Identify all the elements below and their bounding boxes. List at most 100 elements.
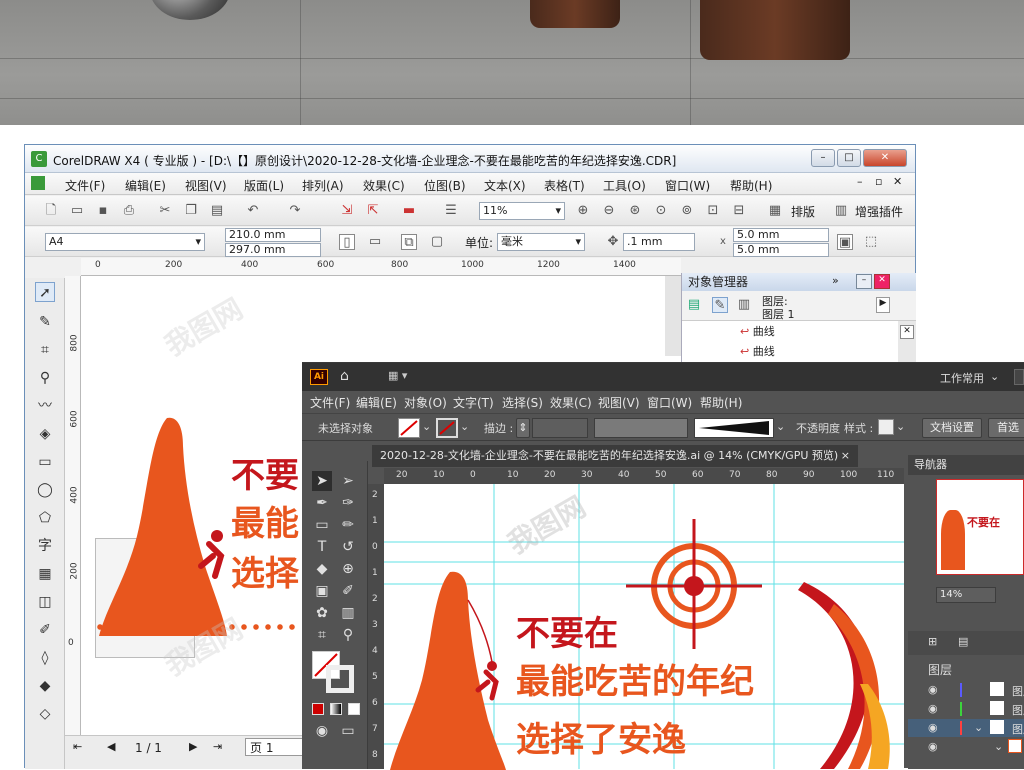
preferences-button[interactable]: 首选 (988, 418, 1024, 438)
menu-table[interactable]: 表格(T) (544, 177, 585, 194)
chevron-down-icon[interactable]: ⌄ (994, 740, 1003, 753)
layer-row[interactable]: ◉ 图层 (908, 681, 1024, 699)
menu-view[interactable]: 视图(V) (185, 177, 227, 194)
layout-icon[interactable]: ▦ (767, 203, 783, 219)
table-tool-icon[interactable]: ▦ (35, 564, 55, 584)
menu-help[interactable]: 帮助(H) (730, 177, 772, 194)
chevron-down-icon[interactable]: ⌄ (776, 420, 785, 433)
rectangle-tool-icon[interactable]: ▭ (312, 515, 332, 535)
fill-swatch[interactable] (398, 418, 420, 438)
copy-icon[interactable]: ❐ (183, 203, 199, 219)
zoom-all-icon[interactable]: ⊙ (653, 203, 669, 219)
shape-tool-icon[interactable]: ✎ (35, 312, 55, 332)
selection-tool-icon[interactable]: ➤ (312, 471, 332, 491)
paste-icon[interactable]: ▤ (209, 203, 225, 219)
polygon-tool-icon[interactable]: ⬠ (35, 508, 55, 528)
artboards-icon[interactable]: ▤ (958, 635, 968, 648)
search-field[interactable] (1014, 369, 1024, 385)
menu-tools[interactable]: 工具(O) (603, 177, 646, 194)
zoom-tool-icon[interactable]: ⚲ (35, 368, 55, 388)
close-icon[interactable]: × (841, 445, 850, 467)
menu-window[interactable]: 窗口(W) (665, 177, 710, 194)
menu-effects[interactable]: 效果(C) (363, 177, 405, 194)
pencil-tool-icon[interactable]: ✏ (338, 515, 358, 535)
layers-options-icon[interactable]: ⊞ (928, 635, 937, 648)
list-item[interactable]: ↩ 曲线 (740, 343, 775, 359)
undo-icon[interactable]: ↶ (245, 203, 261, 219)
chevron-down-icon[interactable]: ⌄ (422, 420, 431, 433)
edit-across-layers-icon[interactable]: ✎ (712, 297, 728, 313)
navigator-tab[interactable]: 导航器 (908, 455, 1024, 475)
last-page-icon[interactable]: ⇥ (213, 740, 222, 753)
close-icon[interactable]: ✕ (900, 325, 914, 339)
eye-icon[interactable]: ◉ (928, 683, 938, 696)
color-mode-icon[interactable] (312, 703, 324, 715)
stroke-stepper[interactable]: ⇕ (516, 418, 530, 438)
zoom-in-icon[interactable]: ⊕ (575, 203, 591, 219)
type-tool-icon[interactable]: T (312, 537, 332, 557)
layer-manager-icon[interactable]: ▥ (736, 297, 752, 313)
interactive-fill-icon[interactable]: ◇ (35, 704, 55, 724)
portrait-icon[interactable]: ▯ (339, 234, 355, 250)
landscape-icon[interactable]: ▭ (367, 234, 383, 250)
menu-edit[interactable]: 编辑(E) (125, 177, 166, 194)
gradient-tool-icon[interactable]: ▣ (312, 581, 332, 601)
nudge-distance-field[interactable]: .1 mm (623, 233, 695, 251)
navigator-zoom-field[interactable]: 14% (936, 587, 996, 603)
page-tab[interactable]: 页 1 (245, 738, 303, 756)
menu-bitmaps[interactable]: 位图(B) (424, 177, 466, 194)
close-button[interactable]: ✕ (863, 149, 907, 167)
plugin-icon[interactable]: ▥ (833, 203, 849, 219)
save-icon[interactable]: ▪ (95, 203, 111, 219)
app-launcher-icon[interactable]: ☰ (443, 203, 459, 219)
curvature-tool-icon[interactable]: ✑ (338, 493, 358, 513)
page-height-field[interactable]: 297.0 mm (225, 243, 321, 257)
doc-restore-button[interactable]: ▫ (875, 175, 882, 188)
chevron-down-icon[interactable]: ⌄ (896, 420, 905, 433)
text-tool-icon[interactable]: 字 (35, 536, 55, 556)
gradient-mode-icon[interactable] (330, 703, 342, 715)
panel-expand-icon[interactable]: » (832, 274, 839, 287)
zoom-level-select[interactable]: 11% ▾ (479, 202, 565, 220)
blend-tool-icon[interactable]: ◫ (35, 592, 55, 612)
workspace-switcher[interactable]: 工作常用 (940, 370, 984, 386)
stroke-swatch[interactable] (436, 418, 458, 438)
layout-button[interactable]: 排版 (791, 203, 815, 220)
layer-row[interactable]: ◉ ⌄ 图层 (908, 719, 1024, 737)
menu-object[interactable]: 对象(O) (404, 394, 447, 411)
new-icon[interactable]: 🗋 (43, 203, 59, 219)
graphic-style-swatch[interactable] (878, 419, 894, 435)
outline-tool-icon[interactable]: ◊ (35, 648, 55, 668)
zoom-tool-icon[interactable]: ⚲ (338, 625, 358, 645)
shape-builder-icon[interactable]: ⊕ (338, 559, 358, 579)
flyout-button[interactable]: ▶ (876, 297, 890, 313)
menu-select[interactable]: 选择(S) (502, 394, 543, 411)
zoom-page-icon[interactable]: ⊚ (679, 203, 695, 219)
home-icon[interactable]: ⌂ (340, 368, 349, 384)
redo-icon[interactable]: ↷ (287, 203, 303, 219)
eye-icon[interactable]: ◉ (928, 702, 938, 715)
variable-width-profile[interactable] (594, 418, 688, 438)
stroke-color-box[interactable] (326, 665, 354, 693)
chevron-down-icon[interactable]: ⌄ (974, 721, 983, 734)
rectangle-tool-icon[interactable]: ▭ (35, 452, 55, 472)
menu-layout[interactable]: 版面(L) (244, 177, 284, 194)
pick-tool-icon[interactable]: ➚ (35, 282, 55, 302)
zoom-height-icon[interactable]: ⊟ (731, 203, 747, 219)
layer-row[interactable]: ◉ ⌄ (908, 738, 1024, 756)
unit-select[interactable]: 毫米 ▾ (497, 233, 585, 251)
eye-icon[interactable]: ◉ (928, 740, 938, 753)
fill-tool-icon[interactable]: ◆ (35, 676, 55, 696)
eraser-tool-icon[interactable]: ◆ (312, 559, 332, 579)
cut-icon[interactable]: ✂ (157, 203, 173, 219)
zoom-out-icon[interactable]: ⊖ (601, 203, 617, 219)
draw-normal-icon[interactable]: ◉ (312, 721, 332, 741)
navigator-preview[interactable]: 不要在 (936, 479, 1024, 575)
first-page-icon[interactable]: ⇤ (73, 740, 82, 753)
show-properties-icon[interactable]: ▤ (686, 297, 702, 313)
freehand-tool-icon[interactable]: 〰 (35, 396, 55, 416)
maximize-button[interactable]: □ (837, 149, 861, 167)
panel-minimize-button[interactable]: – (856, 274, 872, 289)
chevron-down-icon[interactable]: ⌄ (460, 420, 469, 433)
brush-definition[interactable] (694, 418, 774, 438)
